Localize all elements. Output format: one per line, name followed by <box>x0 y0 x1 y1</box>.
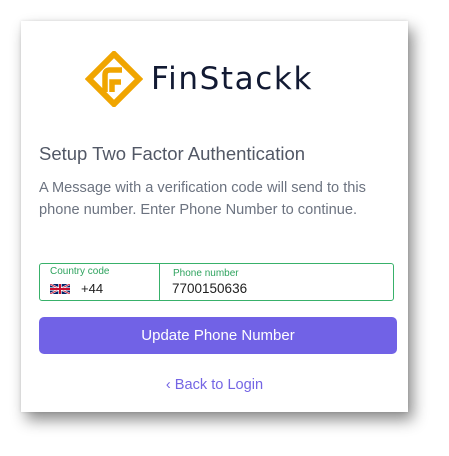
uk-flag-icon <box>50 283 70 294</box>
brand-name: FinStackk <box>151 60 314 97</box>
phone-number-input[interactable] <box>172 281 372 296</box>
back-to-login-label: Back to Login <box>174 377 264 393</box>
country-code-label: Country code <box>50 266 110 277</box>
page-title: Setup Two Factor Authentication <box>39 143 306 164</box>
update-phone-number-button[interactable]: Update Phone Number <box>39 317 397 354</box>
phone-number-field: Phone number <box>160 264 393 300</box>
finstackk-logo-icon <box>85 51 143 107</box>
two-factor-card: FinStackk Setup Two Factor Authenticatio… <box>21 21 408 412</box>
country-code-text: +44 <box>81 281 104 296</box>
country-code-value[interactable]: +44 <box>50 281 103 296</box>
country-code-select[interactable]: Country code +44 <box>40 264 160 300</box>
chevron-left-icon: ‹ <box>165 377 171 393</box>
phone-input-group: Country code +44 Phone number <box>39 263 394 301</box>
brand-logo: FinStackk <box>85 51 313 107</box>
back-to-login-link[interactable]: ‹ Back to Login <box>21 377 408 393</box>
instructions-text: A Message with a verification code will … <box>39 180 366 218</box>
phone-number-label: Phone number <box>173 268 239 279</box>
